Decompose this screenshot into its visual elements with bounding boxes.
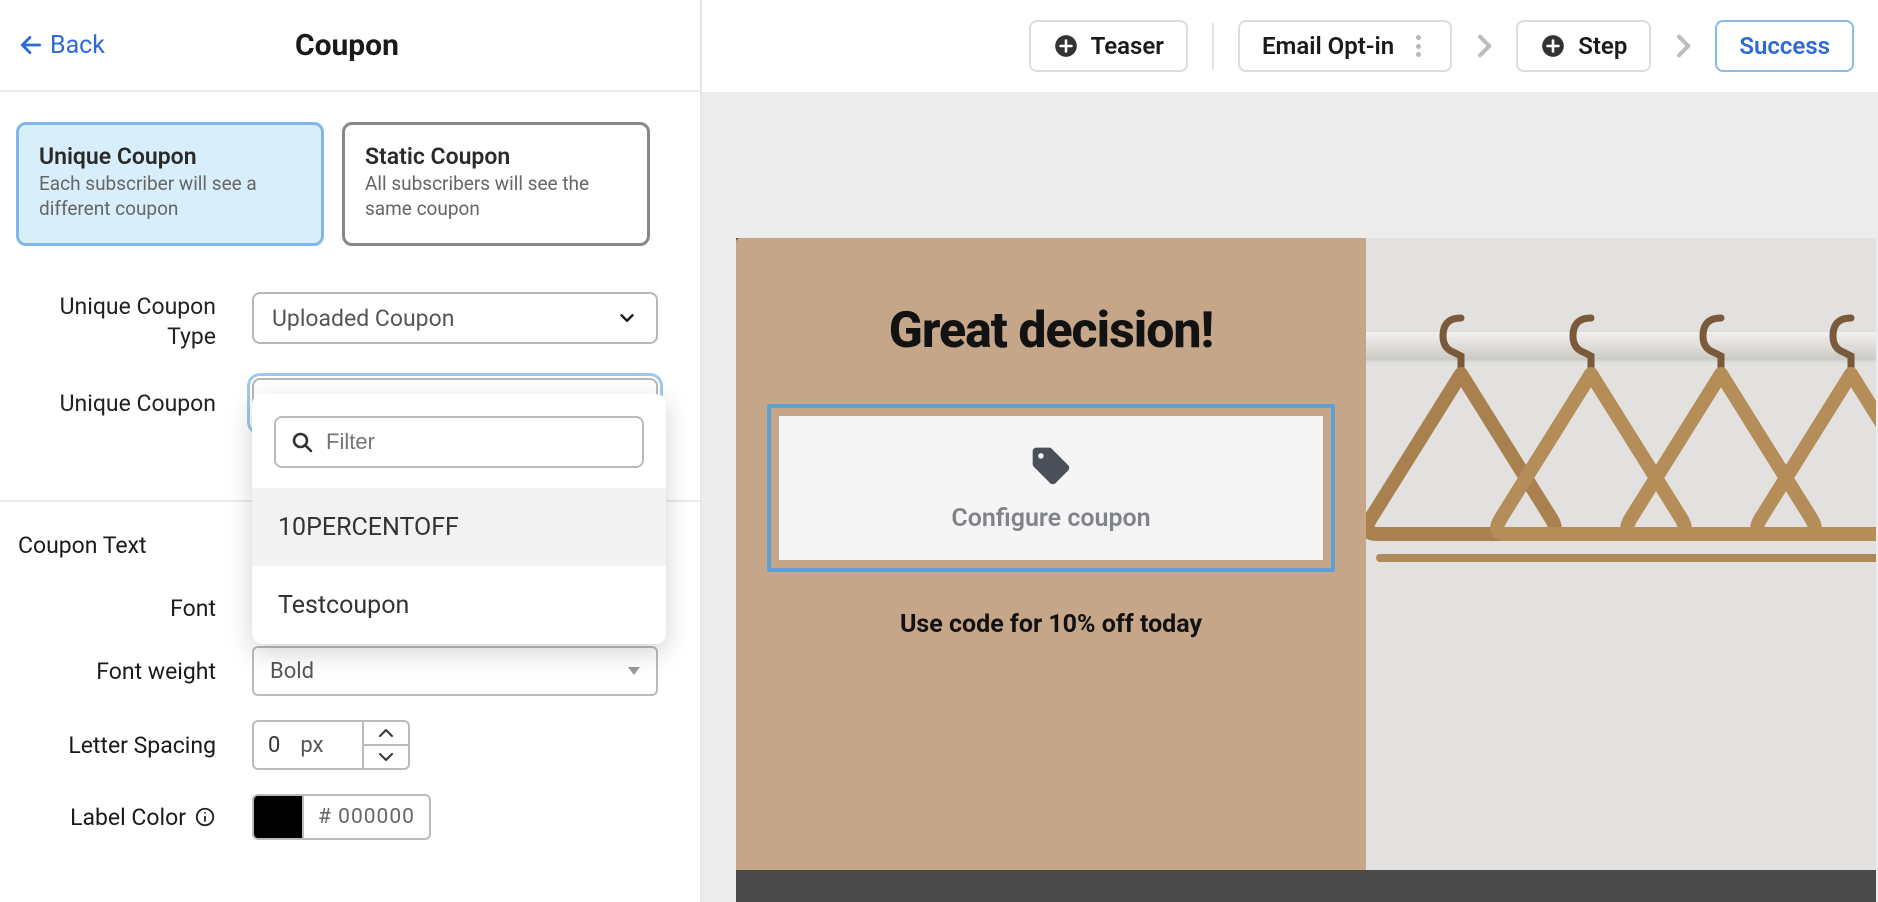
popup-subtext: Use code for 10% off today	[900, 610, 1202, 639]
chevron-down-icon	[378, 752, 394, 762]
step-teaser-button[interactable]: Teaser	[1029, 20, 1188, 72]
letter-spacing-label: Letter Spacing	[16, 732, 252, 759]
kebab-menu-icon[interactable]	[1408, 31, 1428, 61]
coupon-filter-text[interactable]	[326, 429, 628, 455]
letter-spacing-input[interactable]: 0 px	[252, 720, 362, 770]
step-email-optin-label: Email Opt-in	[1262, 32, 1394, 60]
chevron-up-icon	[378, 728, 394, 738]
coupon-option-10percentoff[interactable]: 10PERCENTOFF	[252, 488, 666, 566]
step-add-step-button[interactable]: Step	[1516, 20, 1651, 72]
unique-coupon-type-value: Uploaded Coupon	[272, 305, 454, 332]
label-color-label: Label Color	[70, 804, 186, 831]
letter-spacing-unit: px	[300, 733, 323, 758]
chevron-down-icon	[616, 307, 638, 329]
letter-spacing-down-button[interactable]	[364, 746, 408, 768]
letter-spacing-value: 0	[268, 733, 280, 758]
font-weight-label: Font weight	[16, 658, 252, 685]
unique-coupon-dropdown: 10PERCENTOFF Testcoupon	[252, 394, 666, 644]
step-teaser-label: Teaser	[1091, 32, 1164, 60]
hanger-icon	[1746, 308, 1876, 648]
static-card-title: Static Coupon	[365, 143, 627, 170]
step-success-button[interactable]: Success	[1715, 20, 1854, 72]
vertical-separator	[1212, 23, 1214, 69]
preview-frame: Great decision! Configure coupon Use cod…	[736, 238, 1876, 902]
step-step-label: Step	[1578, 32, 1627, 60]
chevron-right-icon	[1667, 30, 1699, 62]
coupon-type-unique-card[interactable]: Unique Coupon Each subscriber will see a…	[16, 122, 324, 246]
font-weight-select[interactable]: Bold	[252, 646, 658, 696]
coupon-filter-input[interactable]	[274, 416, 644, 468]
back-button[interactable]: Back	[18, 31, 105, 60]
arrow-left-icon	[18, 32, 44, 58]
unique-coupon-type-select[interactable]: Uploaded Coupon	[252, 292, 658, 344]
unique-coupon-type-label: Unique Coupon Type	[16, 284, 252, 352]
step-success-label: Success	[1739, 32, 1830, 60]
plus-circle-icon	[1540, 33, 1566, 59]
letter-spacing-up-button[interactable]	[364, 722, 408, 746]
popup-image	[1366, 238, 1876, 870]
unique-coupon-label: Unique Coupon	[16, 389, 252, 419]
unique-card-title: Unique Coupon	[39, 143, 301, 170]
plus-circle-icon	[1053, 33, 1079, 59]
popup-panel: Great decision! Configure coupon Use cod…	[736, 238, 1366, 870]
font-label: Font	[16, 595, 252, 622]
static-card-desc: All subscribers will see the same coupon	[365, 172, 627, 221]
label-color-swatch[interactable]	[252, 794, 302, 840]
info-icon[interactable]	[194, 806, 216, 828]
caret-down-icon	[628, 667, 640, 675]
unique-card-desc: Each subscriber will see a different cou…	[39, 172, 301, 221]
step-email-optin-button[interactable]: Email Opt-in	[1238, 20, 1452, 72]
coupon-option-testcoupon[interactable]: Testcoupon	[252, 566, 666, 644]
tag-icon	[1029, 444, 1073, 488]
configure-coupon-label: Configure coupon	[951, 504, 1150, 533]
search-icon	[290, 430, 314, 454]
back-label: Back	[50, 31, 105, 60]
coupon-block[interactable]: Configure coupon	[767, 404, 1335, 572]
preview-canvas: Great decision! Configure coupon Use cod…	[702, 92, 1878, 902]
page-title: Coupon	[295, 28, 399, 63]
coupon-type-static-card[interactable]: Static Coupon All subscribers will see t…	[342, 122, 650, 246]
chevron-right-icon	[1468, 30, 1500, 62]
label-color-hex[interactable]: # 000000	[302, 794, 431, 840]
font-weight-value: Bold	[270, 659, 314, 684]
popup-title: Great decision!	[889, 302, 1213, 360]
